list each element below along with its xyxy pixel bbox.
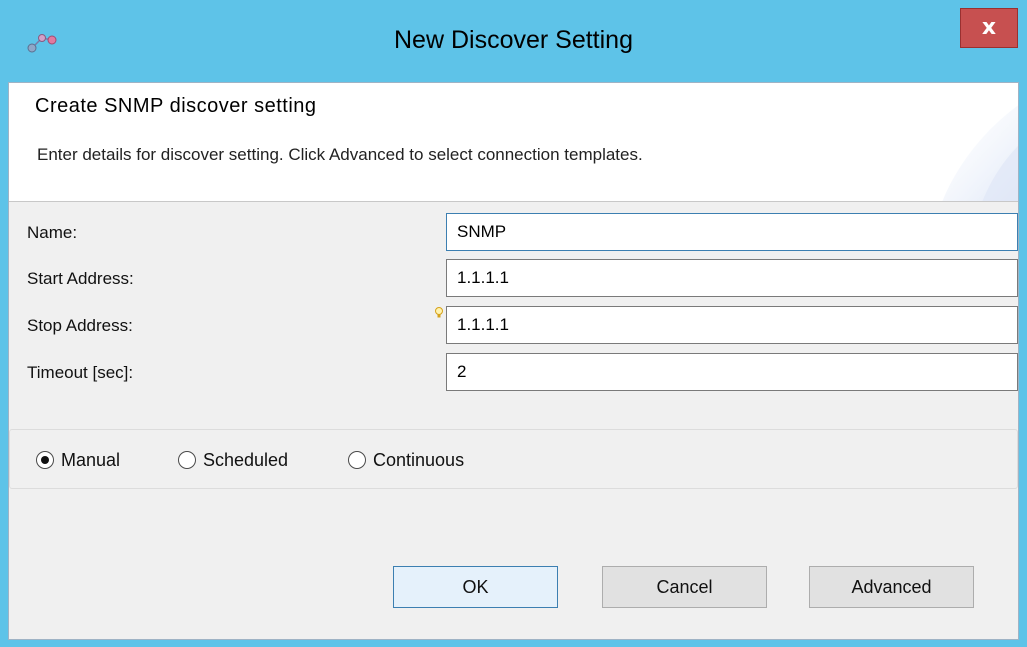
- header-title: Create SNMP discover setting: [35, 95, 317, 117]
- stop-address-input[interactable]: [446, 306, 1018, 344]
- name-input[interactable]: [446, 213, 1018, 251]
- radio-continuous-indicator[interactable]: [348, 451, 366, 469]
- header-description: Enter details for discover setting. Clic…: [37, 145, 643, 164]
- close-icon: x: [981, 15, 997, 40]
- radio-continuous-label: Continuous: [373, 449, 465, 470]
- schedule-mode-group: Manual Scheduled Continuous: [9, 429, 1018, 489]
- radio-manual[interactable]: Manual: [36, 448, 120, 472]
- timeout-input[interactable]: [446, 353, 1018, 391]
- radio-manual-indicator[interactable]: [36, 451, 54, 469]
- radio-scheduled[interactable]: Scheduled: [178, 448, 288, 472]
- start-address-label: Start Address:: [27, 269, 134, 288]
- lightbulb-hint-icon: [435, 307, 443, 318]
- advanced-button[interactable]: Advanced: [809, 566, 974, 608]
- timeout-label: Timeout [sec]:: [27, 363, 134, 382]
- dialog-window: New Discover Setting x Create SNMP disco…: [0, 0, 1027, 647]
- close-button[interactable]: x: [960, 8, 1018, 48]
- header-decoration: [942, 105, 1018, 201]
- title-bar[interactable]: New Discover Setting x: [0, 0, 1027, 82]
- ok-button[interactable]: OK: [393, 566, 558, 608]
- wizard-header: Create SNMP discover setting Enter detai…: [9, 83, 1018, 202]
- radio-scheduled-indicator[interactable]: [178, 451, 196, 469]
- start-address-input[interactable]: [446, 259, 1018, 297]
- radio-continuous[interactable]: Continuous: [348, 448, 464, 472]
- radio-manual-label: Manual: [61, 449, 121, 470]
- radio-scheduled-label: Scheduled: [203, 449, 289, 470]
- window-title: New Discover Setting: [394, 26, 633, 54]
- dialog-client-area: Create SNMP discover setting Enter detai…: [8, 82, 1019, 640]
- stop-address-label: Stop Address:: [27, 316, 133, 335]
- name-label: Name:: [27, 223, 78, 242]
- cancel-button[interactable]: Cancel: [602, 566, 767, 608]
